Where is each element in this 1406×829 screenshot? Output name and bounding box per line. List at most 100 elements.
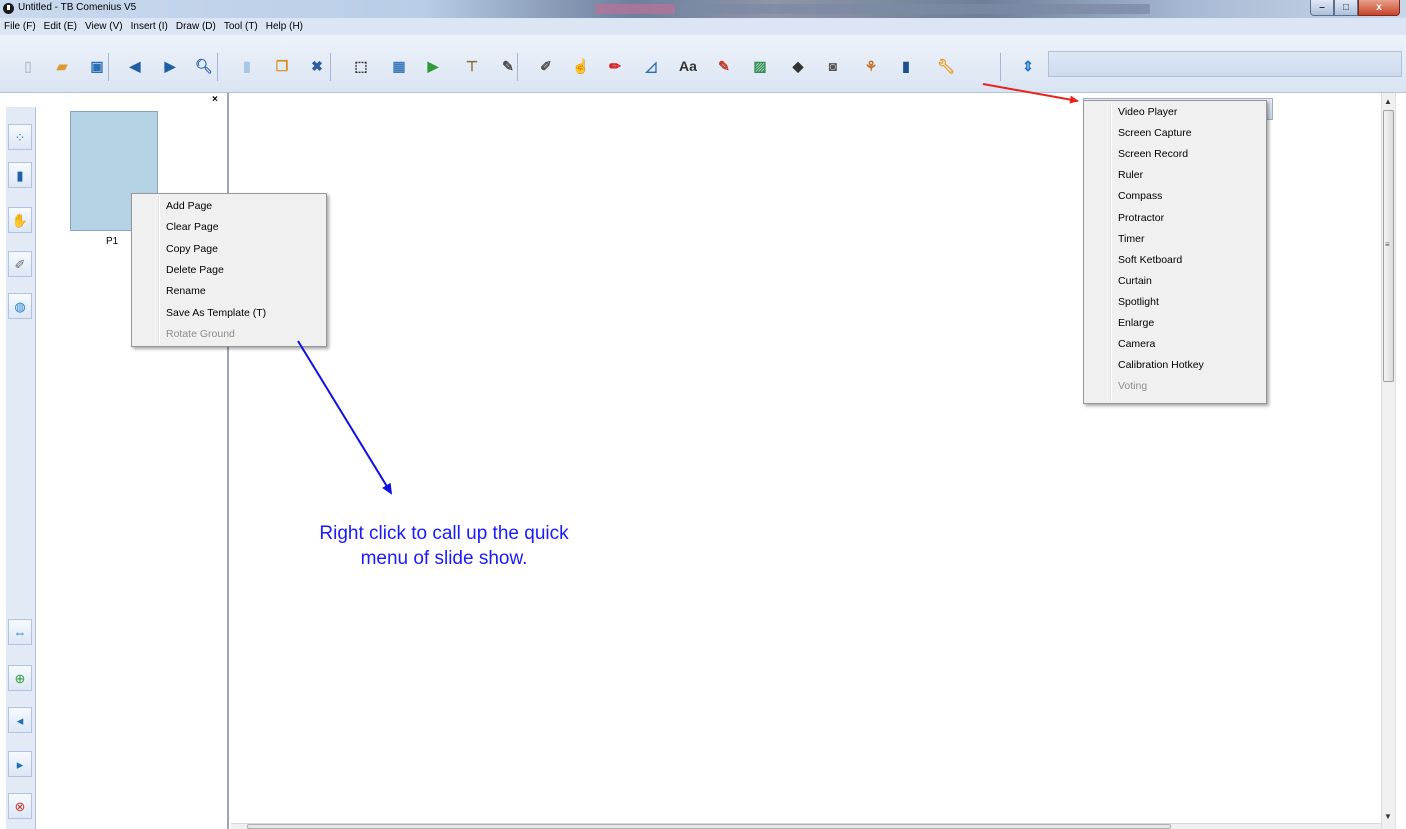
blank-page-icon: ▯: [24, 58, 32, 74]
tools-menu-item-screen-capture[interactable]: Screen Capture: [1118, 127, 1192, 139]
network-icon: ⚘: [864, 58, 878, 74]
maximize-button[interactable]: □: [1334, 0, 1358, 16]
title-bar: Untitled - TB Comenius V5 – □ x: [0, 0, 1406, 18]
annotation-line-2: menu of slide show.: [360, 548, 528, 569]
eraser-icon: ◆: [792, 58, 804, 74]
tools-menu-item-curtain[interactable]: Curtain: [1118, 275, 1152, 287]
highlighter-button[interactable]: ✎: [713, 55, 735, 77]
play-page-icon: ▶: [427, 58, 439, 74]
red-pen-button[interactable]: ✏: [604, 55, 626, 77]
menu-help[interactable]: Help (H): [266, 21, 303, 32]
tools-menu-item-soft-ketboard[interactable]: Soft Ketboard: [1118, 254, 1182, 266]
scroll-button[interactable]: ⇕: [1017, 55, 1039, 77]
panel-close-icon[interactable]: ×: [212, 94, 218, 105]
play-button[interactable]: ▶: [422, 55, 444, 77]
page-menu-item-save-as-template-t[interactable]: Save As Template (T): [166, 307, 266, 319]
left-toolbar: ⁘ ▮ ✋ ✐ ◍ ⇔ ⊕ ◂ ▸ ⊗: [6, 107, 36, 829]
page-menu-item-copy-page[interactable]: Copy Page: [166, 243, 218, 255]
page-thumbnail-label: P1: [106, 236, 119, 247]
globe-button[interactable]: ◍: [8, 293, 32, 319]
screen-button[interactable]: ▦: [388, 55, 410, 77]
page-forward-button[interactable]: ▸: [8, 751, 32, 777]
tools-menu-item-enlarge[interactable]: Enlarge: [1118, 317, 1154, 329]
page-menu-item-rename[interactable]: Rename: [166, 285, 206, 297]
page-button[interactable]: ▮: [236, 55, 258, 77]
open-button[interactable]: ▰: [51, 55, 73, 77]
pen-button[interactable]: ✐: [535, 55, 557, 77]
swap-arrows-icon: ⇔: [13, 624, 27, 640]
tools-menu-item-protractor[interactable]: Protractor: [1118, 212, 1164, 224]
delete-page-icon: ⊗: [14, 798, 26, 814]
hand-select-button[interactable]: ☝: [570, 55, 592, 77]
delete-page-button[interactable]: ⊗: [8, 793, 32, 819]
tools-menu-item-compass[interactable]: Compass: [1118, 190, 1162, 202]
page-menu-item-add-page[interactable]: Add Page: [166, 200, 212, 212]
image-button[interactable]: ▨: [749, 55, 771, 77]
red-pen-icon: ✏: [609, 58, 621, 74]
book-button[interactable]: ▮: [8, 162, 32, 188]
window-controls: – □ x: [1310, 0, 1400, 17]
close-button[interactable]: x: [1358, 0, 1400, 16]
scroll-down-icon[interactable]: ▼: [1384, 812, 1392, 821]
next-button[interactable]: ▶: [159, 55, 181, 77]
book-icon: ▮: [16, 167, 24, 183]
menu-tool[interactable]: Tool (T): [224, 21, 258, 32]
close-page-button[interactable]: ✖: [306, 55, 328, 77]
page-back-button[interactable]: ◂: [8, 707, 32, 733]
tools-button[interactable]: 🔧︎: [935, 55, 957, 77]
copy-button[interactable]: ❐: [271, 55, 293, 77]
page-icon: ▮: [243, 58, 251, 74]
ruler-triangle-button[interactable]: ◿: [640, 55, 662, 77]
zoom-button[interactable]: 🔍︎: [193, 55, 215, 77]
select-area-button[interactable]: ⬚: [350, 55, 372, 77]
window-right-edge: [1395, 93, 1406, 829]
page-dots-icon: ⁘: [14, 129, 26, 145]
tools-menu-item-calibration-hotkey[interactable]: Calibration Hotkey: [1118, 359, 1204, 371]
camera-button[interactable]: ◙: [822, 55, 844, 77]
menu-insert[interactable]: Insert (I): [131, 21, 168, 32]
arrow-left-icon: ◀: [129, 58, 141, 74]
hand-tools-button[interactable]: ✋: [8, 207, 32, 233]
page-dots-button[interactable]: ⁘: [8, 124, 32, 150]
tools-menu-item-timer[interactable]: Timer: [1118, 233, 1144, 245]
curtain-button[interactable]: ⊤: [461, 55, 483, 77]
text-button[interactable]: Aa: [677, 55, 699, 77]
scroll-up-icon[interactable]: ▲: [1384, 97, 1392, 106]
floppy-disk-icon: ▣: [90, 58, 104, 74]
chart-button[interactable]: ▮: [895, 55, 917, 77]
eraser-button[interactable]: ◆: [787, 55, 809, 77]
pen-tool-button[interactable]: ✐: [8, 251, 32, 277]
pen-icon: ✐: [540, 58, 552, 74]
tools-menu-item-camera[interactable]: Camera: [1118, 338, 1155, 350]
tools-menu-item-screen-record[interactable]: Screen Record: [1118, 148, 1188, 160]
add-page-button[interactable]: ⊕: [8, 665, 32, 691]
new-page-button[interactable]: ▯: [17, 55, 39, 77]
text-box-icon: Aa: [679, 58, 697, 74]
add-page-icon: ⊕: [14, 670, 26, 686]
menu-file[interactable]: File (F): [4, 21, 36, 32]
menu-draw[interactable]: Draw (D): [176, 21, 216, 32]
network-button[interactable]: ⚘: [860, 55, 882, 77]
menu-edit[interactable]: Edit (E): [44, 21, 77, 32]
menu-view[interactable]: View (V): [85, 21, 123, 32]
image-icon: ▨: [753, 58, 767, 74]
app-icon: [3, 3, 14, 14]
tools-menu-item-video-player[interactable]: Video Player: [1118, 106, 1177, 118]
horizontal-scroll-thumb[interactable]: [247, 824, 1171, 829]
page-forward-icon: ▸: [16, 756, 24, 772]
brush-button[interactable]: ✎: [497, 55, 519, 77]
tools-menu-item-spotlight[interactable]: Spotlight: [1118, 296, 1159, 308]
save-button[interactable]: ▣: [86, 55, 108, 77]
tools-dropdown-menu: Video Player Screen Capture Screen Record R…: [1083, 100, 1267, 404]
page-menu-item-clear-page[interactable]: Clear Page: [166, 221, 219, 233]
tools-menu-item-ruler[interactable]: Ruler: [1118, 169, 1143, 181]
pen-tool-icon: ✐: [14, 256, 26, 272]
menu-bar: File (F) Edit (E) View (V) Insert (I) Draw (…: [0, 18, 1406, 35]
camera-icon: ◙: [828, 58, 838, 74]
page-menu-item-rotate-ground: Rotate Ground: [166, 327, 235, 340]
swap-button[interactable]: ⇔: [8, 619, 32, 645]
minimize-button[interactable]: –: [1310, 0, 1334, 16]
magnifier-icon: 🔍︎: [195, 58, 213, 74]
page-menu-item-delete-page[interactable]: Delete Page: [166, 264, 224, 276]
previous-button[interactable]: ◀: [124, 55, 146, 77]
